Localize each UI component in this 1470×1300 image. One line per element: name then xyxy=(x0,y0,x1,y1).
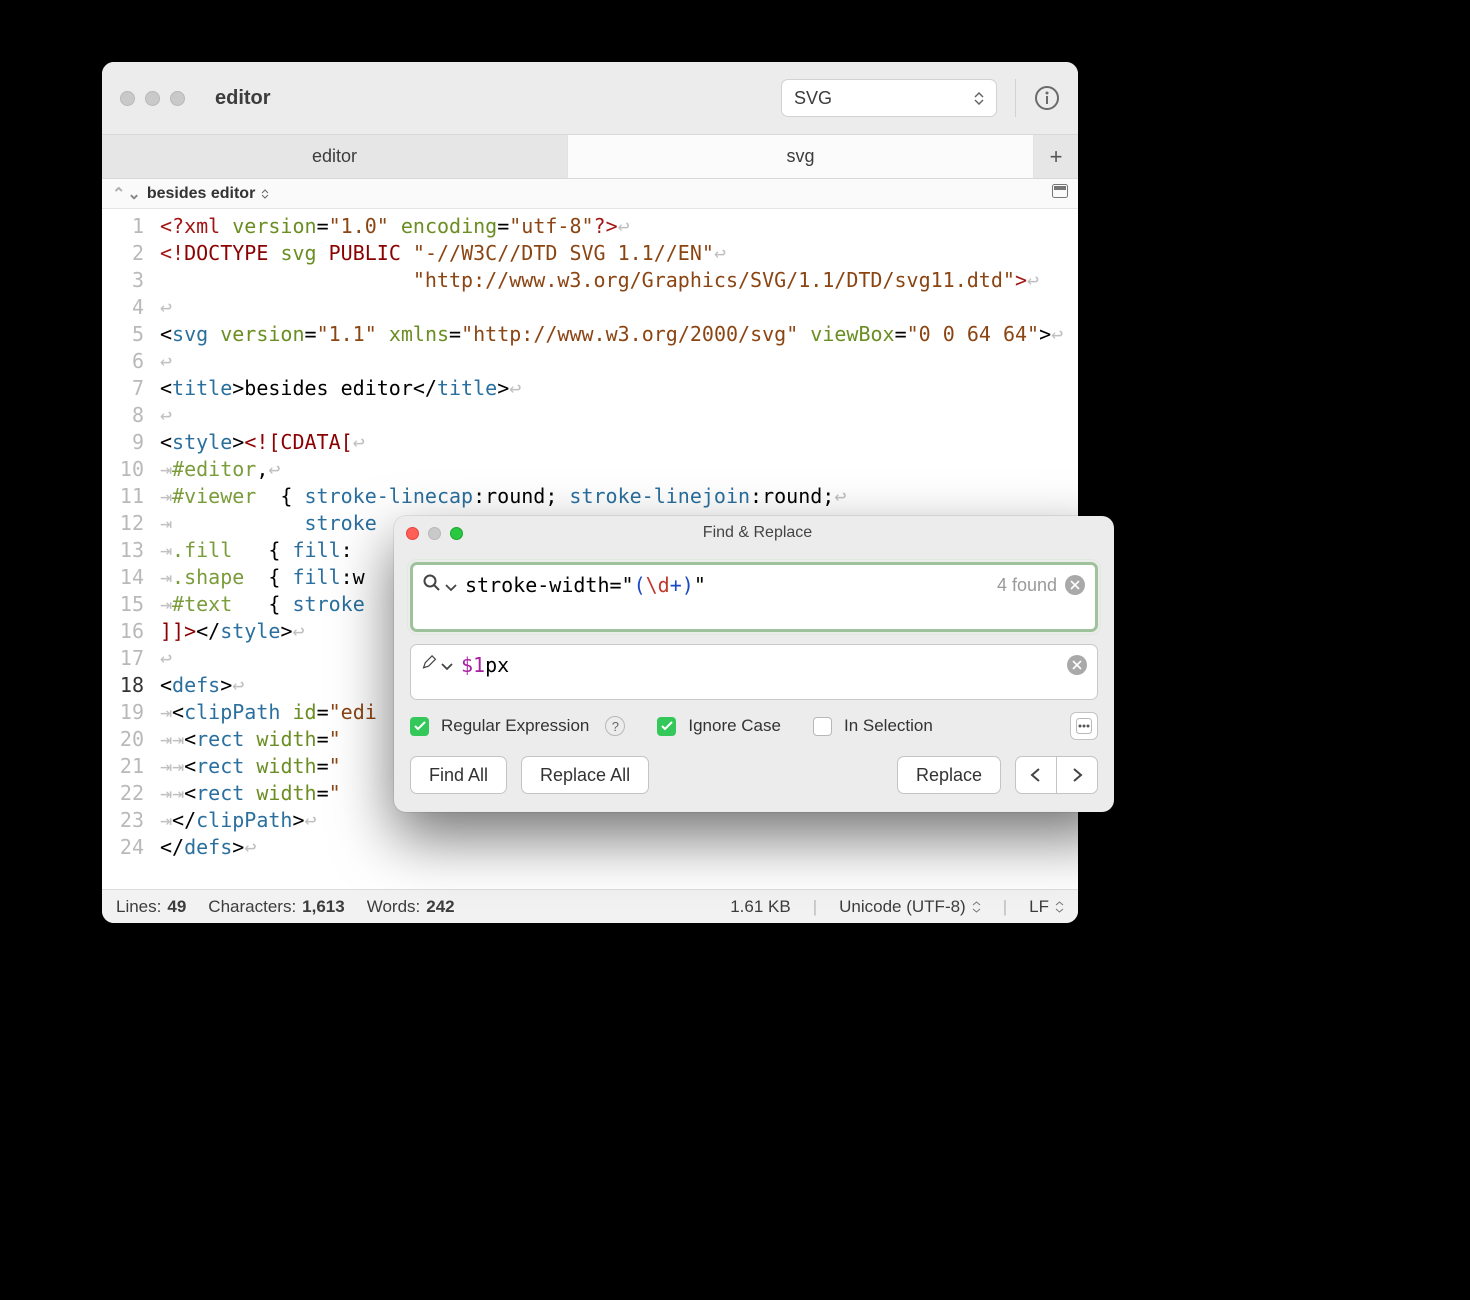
replace-button[interactable]: Replace xyxy=(897,756,1001,794)
line-gutter: 123456789101112131415161718192021222324 xyxy=(102,209,152,889)
traffic-lights xyxy=(406,527,463,540)
minimize-dot[interactable] xyxy=(145,91,160,106)
zoom-dot[interactable] xyxy=(450,527,463,540)
label-regex: Regular Expression xyxy=(441,716,589,736)
separator xyxy=(1015,79,1016,117)
replace-field[interactable]: $1px xyxy=(410,644,1098,700)
search-text: stroke-width="(\d+)" xyxy=(465,573,706,597)
label-selection: In Selection xyxy=(844,716,933,736)
tab-add-button[interactable]: + xyxy=(1034,135,1078,178)
button-row: Find All Replace All Replace xyxy=(410,756,1098,794)
zoom-dot[interactable] xyxy=(170,91,185,106)
format-select-value: SVG xyxy=(794,88,832,109)
chevron-updown-icon xyxy=(972,901,981,913)
info-icon[interactable] xyxy=(1034,85,1060,111)
find-replace-panel: Find & Replace stroke-width="(\d+)" 4 fo… xyxy=(394,516,1114,812)
replace-all-button[interactable]: Replace All xyxy=(521,756,649,794)
close-dot[interactable] xyxy=(406,527,419,540)
checkbox-regex[interactable] xyxy=(410,717,429,736)
find-titlebar: Find & Replace xyxy=(394,516,1114,550)
path-label[interactable]: besides editor xyxy=(147,185,255,203)
clear-icon[interactable] xyxy=(1067,655,1087,675)
window-title: editor xyxy=(215,87,781,110)
chevron-updown-icon xyxy=(974,92,984,105)
tab-editor[interactable]: editor xyxy=(102,135,568,178)
chevron-down-icon[interactable] xyxy=(445,575,457,598)
next-button[interactable] xyxy=(1056,756,1098,794)
minimize-dot[interactable] xyxy=(428,527,441,540)
options-row: Regular Expression ? Ignore Case In Sele… xyxy=(410,712,1098,740)
tab-strip: editor svg + xyxy=(102,135,1078,179)
find-all-button[interactable]: Find All xyxy=(410,756,507,794)
status-line-ending[interactable]: LF xyxy=(1029,897,1064,917)
search-icon xyxy=(423,574,441,598)
path-bar: ⌃⌄ besides editor xyxy=(102,179,1078,209)
result-count: 4 found xyxy=(997,575,1057,596)
checkbox-selection[interactable] xyxy=(813,717,832,736)
panel-icon[interactable] xyxy=(1052,184,1068,203)
pencil-icon xyxy=(421,654,437,677)
help-icon[interactable]: ? xyxy=(605,716,625,736)
status-encoding[interactable]: Unicode (UTF-8) xyxy=(839,897,981,917)
format-select[interactable]: SVG xyxy=(781,79,997,117)
replace-text: $1px xyxy=(461,653,509,677)
label-ignorecase: Ignore Case xyxy=(688,716,781,736)
traffic-lights xyxy=(120,91,185,106)
plus-icon: + xyxy=(1050,144,1063,170)
tab-label: svg xyxy=(786,146,814,167)
prev-button[interactable] xyxy=(1015,756,1056,794)
chevron-down-icon[interactable] xyxy=(441,654,453,677)
chevron-updown-icon xyxy=(1055,901,1064,913)
status-filesize: 1.61 KB xyxy=(730,897,791,917)
search-field[interactable]: stroke-width="(\d+)" 4 found xyxy=(410,562,1098,632)
status-lines: Lines: 49 xyxy=(116,897,186,917)
status-words: Words: 242 xyxy=(367,897,455,917)
find-title: Find & Replace xyxy=(463,524,1052,542)
tab-label: editor xyxy=(312,146,357,167)
path-nav-arrows[interactable]: ⌃⌄ xyxy=(112,184,141,204)
status-bar: Lines: 49 Characters: 1,613 Words: 242 1… xyxy=(102,889,1078,923)
titlebar: editor SVG xyxy=(102,62,1078,135)
clear-icon[interactable] xyxy=(1065,575,1085,595)
more-options-button[interactable] xyxy=(1070,712,1098,740)
close-dot[interactable] xyxy=(120,91,135,106)
checkbox-ignorecase[interactable] xyxy=(657,717,676,736)
prev-next-group xyxy=(1015,756,1098,794)
status-characters: Characters: 1,613 xyxy=(208,897,344,917)
tab-svg[interactable]: svg xyxy=(568,135,1034,178)
chevron-updown-icon xyxy=(261,189,269,199)
